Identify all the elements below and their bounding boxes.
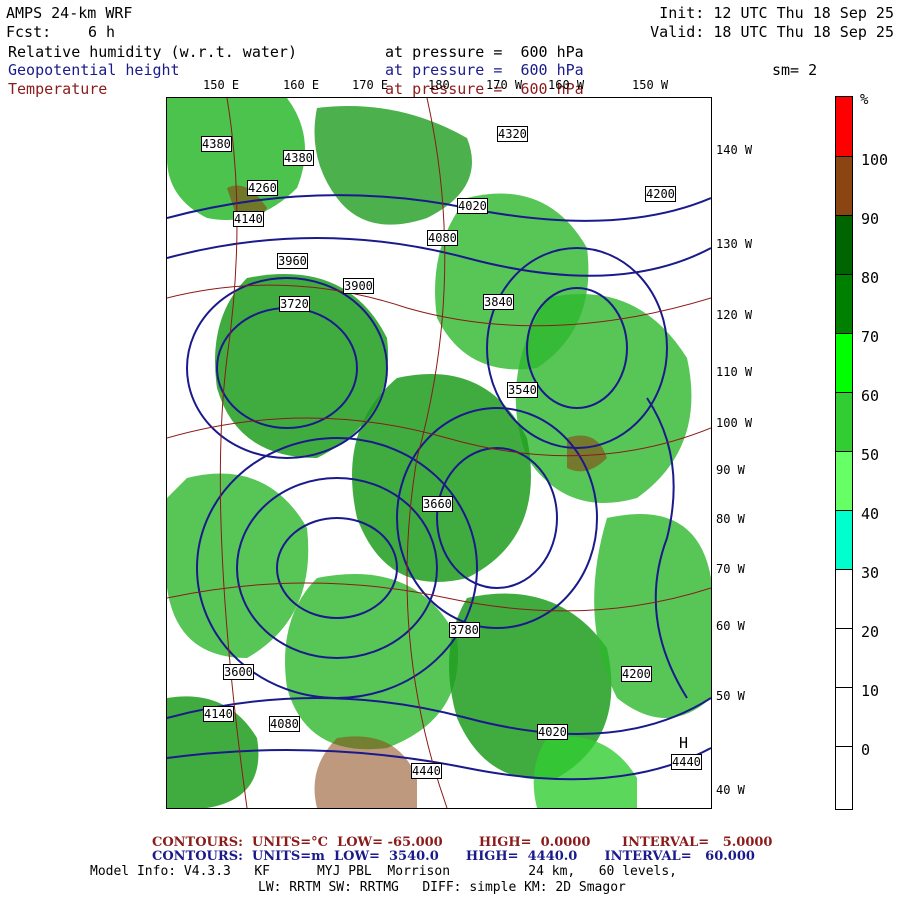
lon-label-right: 70 W bbox=[716, 562, 745, 576]
height-label: 4200 bbox=[621, 666, 652, 682]
lon-label-right: 80 W bbox=[716, 512, 745, 526]
smoothing-label: sm= 2 bbox=[772, 61, 818, 79]
lon-label-top: 150 E bbox=[203, 78, 240, 92]
colorbar-segment bbox=[836, 97, 852, 157]
height-label: 3660 bbox=[422, 496, 453, 512]
colorbar-segment bbox=[836, 747, 852, 809]
height-label: 4140 bbox=[203, 706, 234, 722]
colorbar-tick-label: 40 bbox=[861, 505, 880, 523]
high-pressure-value: 4440 bbox=[671, 754, 702, 770]
map-panel: 4320 4380 4260 4380 4140 4020 4200 4080 … bbox=[166, 97, 712, 809]
field-height-name: Geopotential height bbox=[8, 61, 180, 79]
colorbar-segment bbox=[836, 275, 852, 334]
colorbar-tick-label: 80 bbox=[861, 269, 880, 287]
height-label: 4380 bbox=[201, 136, 232, 152]
lon-label-right: 40 W bbox=[716, 783, 745, 797]
field-temp-name: Temperature bbox=[8, 80, 108, 98]
height-label: 3540 bbox=[507, 382, 538, 398]
colorbar-unit: % bbox=[860, 92, 869, 108]
weather-map bbox=[166, 97, 712, 809]
colorbar-tick-label: 30 bbox=[861, 564, 880, 582]
height-label: 4080 bbox=[269, 716, 300, 732]
temperature-contour-info: CONTOURS: UNITS=°C LOW= -65.000 HIGH= 0.… bbox=[152, 835, 773, 850]
height-label: 4020 bbox=[457, 198, 488, 214]
lon-label-top: 150 W bbox=[632, 78, 669, 92]
colorbar-segment bbox=[836, 688, 852, 747]
lon-label-right: 100 W bbox=[716, 416, 753, 430]
lon-label-right: 50 W bbox=[716, 689, 745, 703]
lon-label-top: 170 E bbox=[352, 78, 389, 92]
colorbar-segment bbox=[836, 570, 852, 629]
model-info: Model Info: V4.3.3 KF MYJ PBL Morrison 2… bbox=[90, 864, 677, 879]
lon-label-right: 90 W bbox=[716, 463, 745, 477]
valid-time: Valid: 18 UTC Thu 18 Sep 25 bbox=[650, 23, 894, 41]
height-label: 4200 bbox=[645, 186, 676, 202]
height-label: 4080 bbox=[427, 230, 458, 246]
height-label: 3780 bbox=[449, 622, 480, 638]
height-label: 4020 bbox=[537, 724, 568, 740]
colorbar-tick-label: 50 bbox=[861, 446, 880, 464]
field-rh-name: Relative humidity (w.r.t. water) bbox=[8, 43, 297, 61]
field-rh-level: at pressure = 600 hPa bbox=[385, 43, 584, 61]
lon-label-right: 110 W bbox=[716, 365, 753, 379]
height-label: 3960 bbox=[277, 253, 308, 269]
height-label: 4440 bbox=[411, 763, 442, 779]
colorbar-segment bbox=[836, 157, 852, 216]
model-title: AMPS 24-km WRF bbox=[6, 4, 133, 22]
forecast-label: Fcst: bbox=[6, 23, 52, 41]
colorbar-tick-label: 100 bbox=[861, 151, 889, 169]
height-contour-info: CONTOURS: UNITS=m LOW= 3540.0 HIGH= 4440… bbox=[152, 849, 755, 864]
lon-label-right: 60 W bbox=[716, 619, 745, 633]
height-label: 4320 bbox=[497, 126, 528, 142]
colorbar bbox=[835, 96, 853, 810]
lon-label-right: 140 W bbox=[716, 143, 753, 157]
colorbar-tick-label: 0 bbox=[861, 741, 871, 759]
init-time: Init: 12 UTC Thu 18 Sep 25 bbox=[659, 4, 894, 22]
colorbar-segment bbox=[836, 393, 852, 452]
lon-label-right: 120 W bbox=[716, 308, 753, 322]
height-label: 3720 bbox=[279, 296, 310, 312]
height-label: 4380 bbox=[283, 150, 314, 166]
colorbar-segment bbox=[836, 511, 852, 570]
field-height-level: at pressure = 600 hPa bbox=[385, 61, 584, 79]
height-label: 3600 bbox=[223, 664, 254, 680]
colorbar-segment bbox=[836, 334, 852, 393]
lon-label-top: 180 bbox=[428, 78, 450, 92]
height-label: 3840 bbox=[483, 294, 514, 310]
lon-label-top: 170 W bbox=[486, 78, 523, 92]
height-label: 4140 bbox=[233, 211, 264, 227]
colorbar-tick-label: 20 bbox=[861, 623, 880, 641]
lon-label-right: 130 W bbox=[716, 237, 753, 251]
lon-label-top: 160 W bbox=[548, 78, 585, 92]
colorbar-tick-label: 60 bbox=[861, 387, 880, 405]
forecast-hour: 6 h bbox=[88, 23, 116, 41]
colorbar-segment bbox=[836, 629, 852, 688]
colorbar-segment bbox=[836, 216, 852, 275]
height-label: 4260 bbox=[247, 180, 278, 196]
colorbar-segment bbox=[836, 452, 852, 511]
colorbar-tick-label: 10 bbox=[861, 682, 880, 700]
high-pressure-marker: H bbox=[679, 734, 689, 752]
physics-info: LW: RRTM SW: RRTMG DIFF: simple KM: 2D S… bbox=[258, 880, 626, 895]
lon-label-top: 160 E bbox=[283, 78, 320, 92]
colorbar-tick-label: 90 bbox=[861, 210, 880, 228]
colorbar-tick-label: 70 bbox=[861, 328, 880, 346]
height-label: 3900 bbox=[343, 278, 374, 294]
